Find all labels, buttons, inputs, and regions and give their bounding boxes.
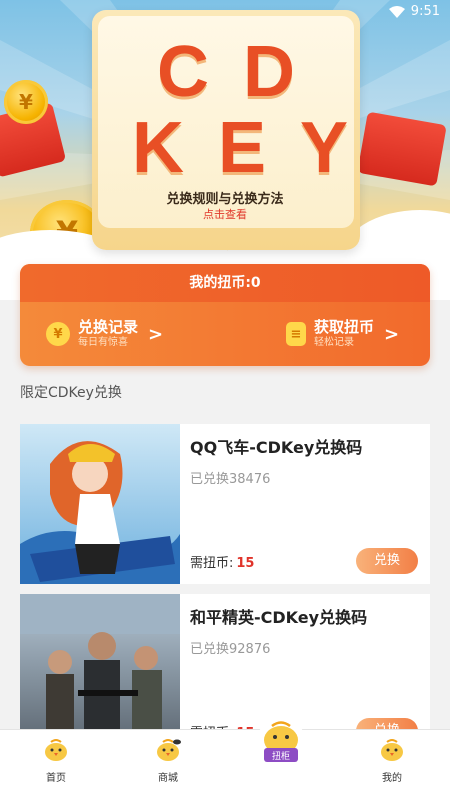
clipboard-icon: ≡ — [286, 322, 306, 346]
cdkey-title-line2: KEY — [132, 108, 383, 188]
tab-mall-label: 商城 — [158, 773, 178, 784]
tab-gacha-cabinet-label: 扭柜 — [272, 750, 290, 762]
tab-mall[interactable]: 商城 — [138, 738, 198, 784]
product-card[interactable]: QQ飞车-CDKey兑换码 已兑换38476 需扭币: 15 兑换 — [20, 424, 430, 584]
chick-mascot-icon — [381, 739, 403, 761]
chick-mascot-icon — [157, 739, 181, 761]
product-name: 和平精英-CDKey兑换码 — [190, 608, 368, 627]
cdkey-banner: ¥ ¥ ¥ CD KEY 兑换规则与兑换方法 点击查看 — [0, 0, 450, 300]
chevron-right-icon: > — [384, 323, 400, 345]
status-time: 9:51 — [410, 4, 440, 19]
redeem-records-title: 兑换记录 — [78, 318, 139, 336]
qq-speed-thumbnail — [20, 424, 180, 584]
coin-icon: ¥ — [46, 322, 70, 346]
status-bar: 9:51 — [388, 4, 440, 19]
coin-wallet-panel: 我的扭币:0 ¥ 兑换记录 每日有惊喜 > ≡ 获取扭币 轻松记录 > — [20, 264, 430, 366]
product-name: QQ飞车-CDKey兑换码 — [190, 438, 363, 457]
coin-icon: ¥ — [4, 80, 48, 124]
cdkey-title-line1: CD — [157, 32, 329, 112]
tab-home[interactable]: 首页 — [26, 738, 86, 784]
redeem-records-button[interactable]: ¥ 兑换记录 每日有惊喜 > — [46, 314, 163, 354]
section-title: 限定CDKey兑换 — [20, 385, 122, 401]
redeem-button[interactable]: 兑换 — [356, 548, 418, 574]
earn-coins-title: 获取扭币 — [314, 318, 375, 336]
bottom-nav: 首页 商城 扭柜 我的 — [0, 717, 450, 800]
wifi-icon — [388, 5, 405, 18]
rules-view-link[interactable]: 点击查看 — [0, 206, 450, 222]
tab-home-label: 首页 — [46, 773, 66, 784]
tab-me-label: 我的 — [382, 773, 402, 784]
earn-coins-button[interactable]: ≡ 获取扭币 轻松记录 > — [286, 314, 399, 354]
tab-me[interactable]: 我的 — [362, 738, 422, 784]
price: 需扭币:15 — [190, 552, 254, 571]
redeemed-count: 已兑换92876 — [190, 642, 271, 657]
earn-coins-subtitle: 轻松记录 — [314, 337, 354, 348]
redeem-records-subtitle: 每日有惊喜 — [78, 337, 128, 348]
price-value: 15 — [236, 556, 255, 571]
chick-mascot-icon — [45, 739, 67, 761]
tab-gacha-cabinet[interactable]: 扭柜 — [256, 716, 306, 766]
gacha-cabinet-icon: 扭柜 — [257, 717, 305, 765]
chevron-right-icon: > — [148, 323, 164, 345]
rules-title: 兑换规则与兑换方法 — [166, 192, 284, 207]
price-label: 需扭币: — [190, 556, 234, 571]
redeemed-count: 已兑换38476 — [190, 472, 271, 487]
coin-balance: 我的扭币:0 — [20, 264, 430, 302]
